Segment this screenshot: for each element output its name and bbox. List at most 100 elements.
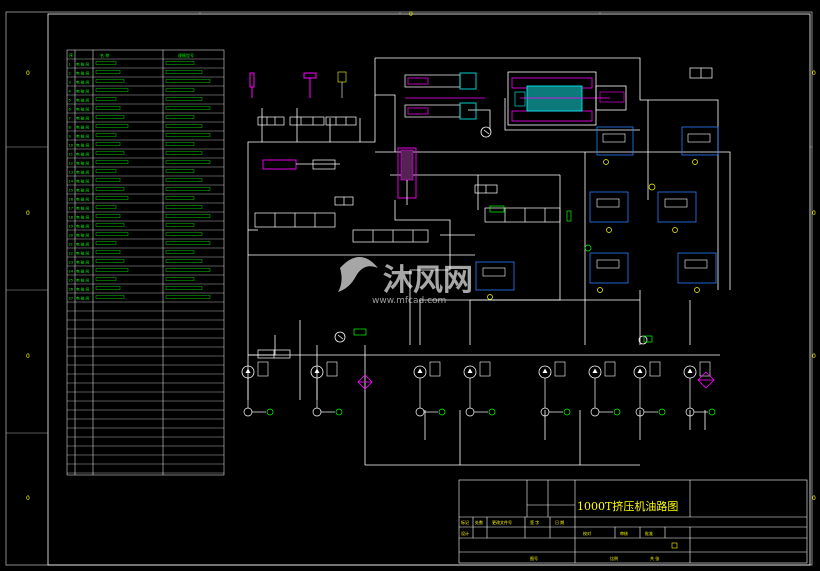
table-row: 25 电 磁 阀	[69, 277, 195, 283]
table-cell-no: 20	[69, 234, 74, 238]
valve-mid-right	[484, 207, 561, 223]
table-cell-spec-mark	[95, 286, 121, 290]
coupling-icon	[438, 408, 446, 416]
table-row: 6 电 磁 阀	[69, 106, 211, 112]
pump-motor-unit	[538, 361, 571, 417]
table-cell-name: 电 磁 阀	[76, 206, 89, 211]
relief-valve-icon	[429, 361, 441, 377]
title-cell: 日 期	[555, 519, 564, 525]
table-row: 10 电 磁 阀	[69, 142, 195, 148]
scale-label: 比例	[610, 555, 618, 561]
title-check-box	[671, 542, 678, 549]
table-cell-name: 电 磁 阀	[76, 98, 89, 103]
drawing-title: 1000T挤压机油路图	[577, 499, 678, 513]
relief-valve-icon	[699, 361, 711, 377]
small-cylinders-top	[249, 71, 347, 98]
table-cell-no: 12	[69, 162, 74, 166]
table-cell-no: 15	[69, 189, 74, 193]
table-row: 18 电 磁 阀	[69, 214, 211, 220]
table-row: 22 电 磁 阀	[69, 250, 195, 256]
table-cell-spec-mark	[95, 196, 129, 200]
vertical-cylinder	[397, 147, 417, 205]
table-cell-name: 电 磁 阀	[76, 287, 89, 292]
pump-arrow-icon	[417, 368, 423, 373]
motor-icon	[590, 407, 600, 417]
table-row: 5 电 磁 阀	[69, 97, 203, 103]
sheet-label: 共 张	[650, 555, 659, 561]
table-cell-spec-mark	[95, 115, 125, 119]
table-cell-name: 电 磁 阀	[76, 161, 89, 166]
motor-icon	[243, 407, 253, 417]
zone-letter: 0	[812, 210, 816, 217]
relief-valve-icon	[554, 361, 566, 377]
table-cell-spec-mark	[95, 223, 125, 227]
table-row: 12 电 磁 阀	[69, 160, 211, 166]
table-cell-remark-mark	[165, 232, 203, 236]
table-cell-spec-mark	[95, 187, 125, 191]
table-cell-name: 电 磁 阀	[76, 269, 89, 274]
table-cell-remark-mark	[165, 70, 203, 74]
coupling-icon	[658, 408, 666, 416]
parts-table-rows: 1 电 磁 阀 2 电 磁 阀 3 电 磁 阀 4 电 磁 阀 5 电 磁 阀 6 电 磁 阀 7 电 磁…	[69, 61, 211, 301]
watermark-logo-icon	[338, 257, 378, 292]
table-cell-spec-mark	[95, 88, 129, 92]
table-cell-spec-mark	[95, 241, 117, 245]
valve-top-3	[325, 116, 357, 126]
table-cell-spec-mark	[95, 70, 121, 74]
pump-arrow-icon	[687, 368, 693, 373]
filters	[357, 371, 715, 390]
table-cell-name: 电 磁 阀	[76, 125, 89, 130]
table-cell-remark-mark	[165, 295, 211, 299]
table-cell-no: 22	[69, 252, 74, 256]
valve-mid-center	[352, 229, 429, 243]
table-cell-no: 11	[69, 153, 74, 157]
pump-motor-unit	[310, 361, 343, 417]
table-cell-remark-mark	[165, 115, 195, 119]
pump-arrow-icon	[542, 368, 548, 373]
pressure-gauges	[334, 126, 648, 345]
relief-valve-icon	[326, 361, 338, 377]
table-row: 8 电 磁 阀	[69, 124, 203, 130]
table-cell-no: 3	[69, 81, 71, 85]
table-cell-remark-mark	[165, 268, 211, 272]
pipe-network	[247, 57, 731, 466]
table-cell-remark-mark	[165, 97, 203, 101]
zone-letters-right: 0 0 0 0	[812, 70, 816, 502]
table-cell-spec-mark	[95, 79, 125, 83]
table-cell-name: 电 磁 阀	[76, 134, 89, 139]
zone-letter: 0	[26, 70, 30, 77]
table-cell-name: 电 磁 阀	[76, 296, 89, 301]
table-cell-remark-mark	[165, 61, 195, 65]
table-cell-remark-mark	[165, 196, 195, 200]
table-row: 16 电 磁 阀	[69, 196, 195, 202]
coupling-icon	[335, 408, 343, 416]
table-cell-remark-mark	[165, 277, 195, 281]
title-cell: 标记	[461, 519, 469, 525]
table-cell-no: 2	[69, 72, 71, 76]
table-cell-name: 电 磁 阀	[76, 80, 89, 85]
table-cell-no: 17	[69, 207, 74, 211]
table-cell-remark-mark	[165, 124, 203, 128]
table-cell-remark-mark	[165, 151, 203, 155]
table-cell-no: 7	[69, 117, 71, 121]
table-cell-no: 18	[69, 216, 74, 220]
table-row: 19 电 磁 阀	[69, 223, 195, 229]
table-cell-name: 电 磁 阀	[76, 260, 89, 265]
table-row: 27 电 磁 阀	[69, 295, 211, 301]
parts-table-header: 序 名 称 规格型号	[69, 52, 194, 58]
table-cell-spec-mark	[95, 277, 117, 281]
table-cell-name: 电 磁 阀	[76, 71, 89, 76]
table-cell-no: 21	[69, 243, 74, 247]
relief-valve-icon	[257, 361, 269, 377]
table-cell-remark-mark	[165, 214, 211, 218]
table-cell-no: 9	[69, 135, 72, 139]
table-cell-spec-mark	[95, 178, 121, 182]
table-cell-no: 27	[69, 297, 74, 301]
table-cell-no: 6	[69, 108, 72, 112]
table-cell-name: 电 磁 阀	[76, 107, 89, 112]
hydraulic-drawing: 0 0 0 0 0 0 0 0 0 1 电 磁 阀 2 电 磁 阀 3 电 磁 阀 4 电 磁…	[5, 11, 816, 566]
coupling-icon	[266, 408, 274, 416]
table-cell-remark-mark	[165, 223, 195, 227]
table-row: 24 电 磁 阀	[69, 268, 211, 274]
table-cell-no: 16	[69, 198, 74, 202]
